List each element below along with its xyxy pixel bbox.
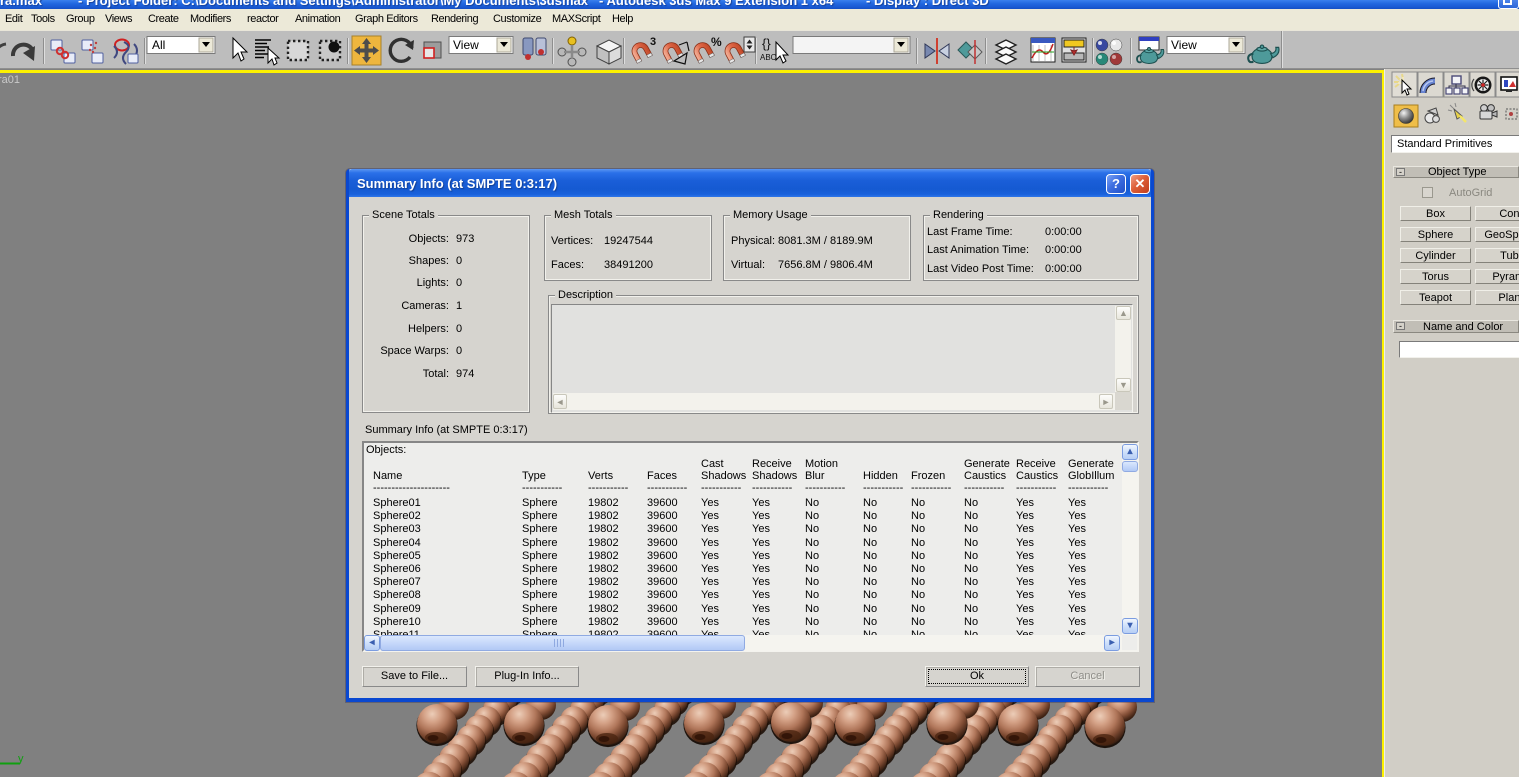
svg-text:%: % [711, 35, 722, 49]
svg-text:View: View [453, 38, 479, 52]
svg-text:3: 3 [650, 36, 656, 48]
svg-text:View: View [1171, 38, 1197, 52]
svg-text:ABC: ABC [760, 53, 777, 62]
svg-text:All: All [152, 38, 165, 52]
svg-text:{}: {} [762, 36, 771, 51]
svg-text:y: y [18, 753, 24, 765]
